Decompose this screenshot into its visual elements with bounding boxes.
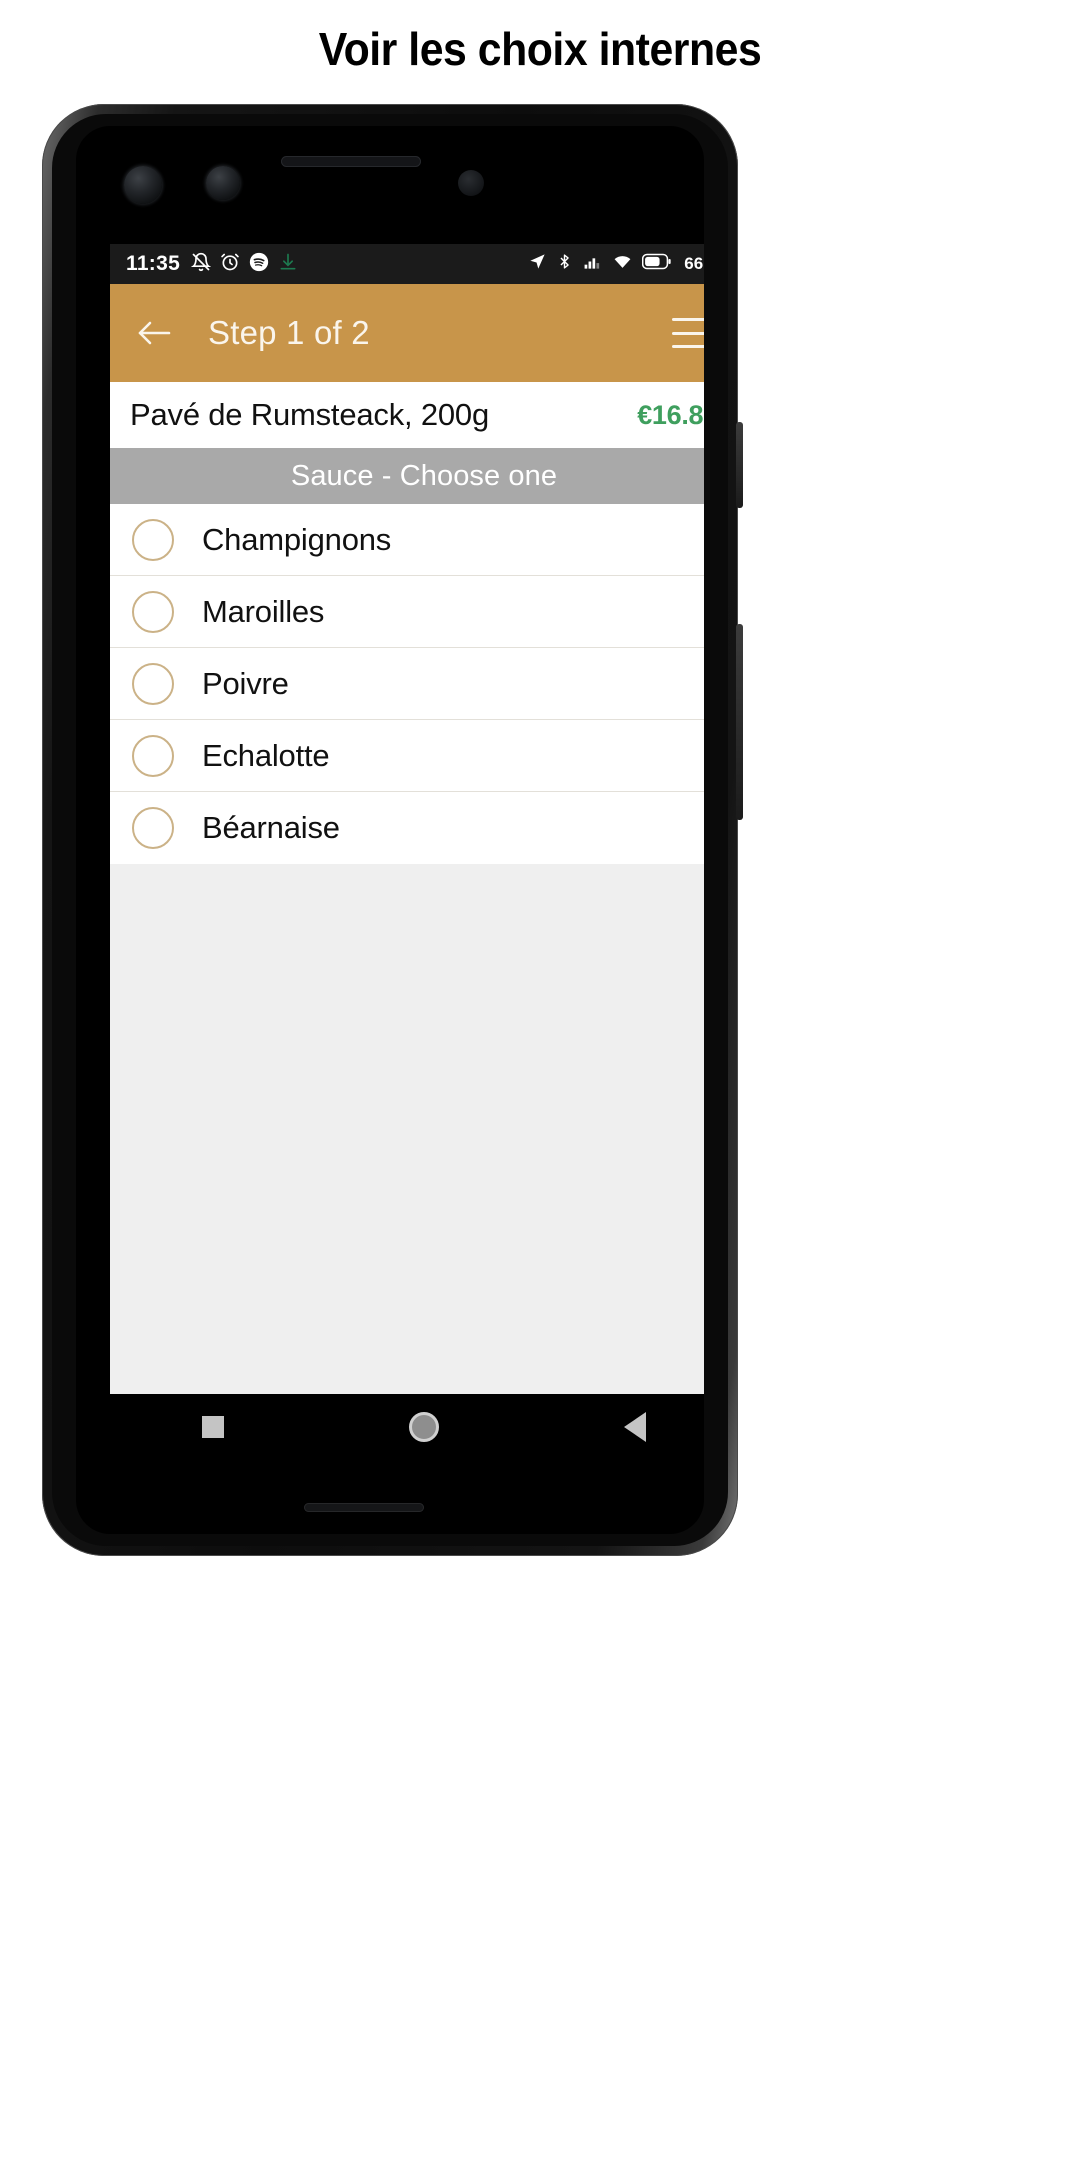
- item-price: €16.80: [637, 399, 704, 430]
- radio-button[interactable]: [132, 518, 174, 561]
- option-group-label: Sauce - Choose one: [290, 459, 558, 492]
- bell-off-icon: [190, 252, 212, 277]
- item-header: Pavé de Rumsteack, 200g €16.80: [110, 382, 704, 448]
- power-button[interactable]: [736, 422, 743, 508]
- front-camera-icon: [124, 166, 162, 204]
- list-item[interactable]: Poivre: [110, 648, 704, 720]
- bluetooth-icon: [556, 252, 573, 276]
- battery-icon: [642, 253, 671, 275]
- square-recents-icon[interactable]: [202, 1416, 225, 1438]
- bottom-speaker: [304, 1503, 424, 1512]
- empty-content-area: [110, 864, 704, 1394]
- triangle-back-icon[interactable]: [623, 1412, 646, 1442]
- radio-button[interactable]: [132, 590, 174, 633]
- list-item[interactable]: Maroilles: [110, 576, 704, 648]
- location-icon: [528, 252, 547, 276]
- android-nav-bar: [110, 1394, 704, 1460]
- battery-level: 66: [684, 254, 704, 273]
- download-icon: [278, 252, 298, 277]
- signal-icon: [582, 252, 603, 276]
- option-list: Champignons Maroilles Poivre Echalotte B…: [110, 504, 704, 864]
- page-title: Voir les choix internes: [318, 23, 762, 75]
- earpiece-speaker: [281, 156, 421, 167]
- item-name: Pavé de Rumsteack, 200g: [130, 397, 489, 432]
- hamburger-menu-icon[interactable]: [672, 318, 704, 348]
- option-label: Poivre: [202, 665, 289, 701]
- option-label: Maroilles: [202, 593, 325, 629]
- app-bar: Step 1 of 2: [110, 284, 704, 382]
- phone-screen: 11:35 66 Step 1 of 2 Pavé de Rumsteack, …: [76, 126, 704, 1534]
- status-bar-left-icons: [190, 252, 298, 277]
- sensor-icon: [206, 166, 240, 200]
- option-label: Béarnaise: [202, 810, 340, 845]
- option-group-header: Sauce - Choose one: [110, 448, 704, 504]
- phone-mockup: 11:35 66 Step 1 of 2 Pavé de Rumsteack, …: [42, 104, 743, 1556]
- app-bar-title: Step 1 of 2: [208, 314, 370, 351]
- alarm-icon: [220, 252, 240, 277]
- radio-button[interactable]: [132, 807, 174, 849]
- app-viewport: 11:35 66 Step 1 of 2 Pavé de Rumsteack, …: [110, 244, 704, 1460]
- radio-button[interactable]: [132, 734, 174, 777]
- proximity-sensor-icon: [458, 170, 484, 196]
- status-bar-time: 11:35: [126, 252, 181, 275]
- circle-home-icon[interactable]: [408, 1412, 439, 1442]
- status-bar: 11:35 66: [110, 244, 704, 284]
- back-arrow-icon[interactable]: [132, 311, 176, 355]
- status-bar-right-icons: 66 %: [528, 252, 704, 276]
- list-item[interactable]: Béarnaise: [110, 792, 704, 864]
- wifi-icon: [612, 252, 633, 276]
- option-label: Champignons: [202, 521, 392, 557]
- radio-button[interactable]: [132, 662, 174, 705]
- list-item[interactable]: Champignons: [110, 504, 704, 576]
- list-item[interactable]: Echalotte: [110, 720, 704, 792]
- volume-button[interactable]: [736, 624, 743, 820]
- option-label: Echalotte: [202, 737, 330, 773]
- spotify-icon: [249, 252, 269, 277]
